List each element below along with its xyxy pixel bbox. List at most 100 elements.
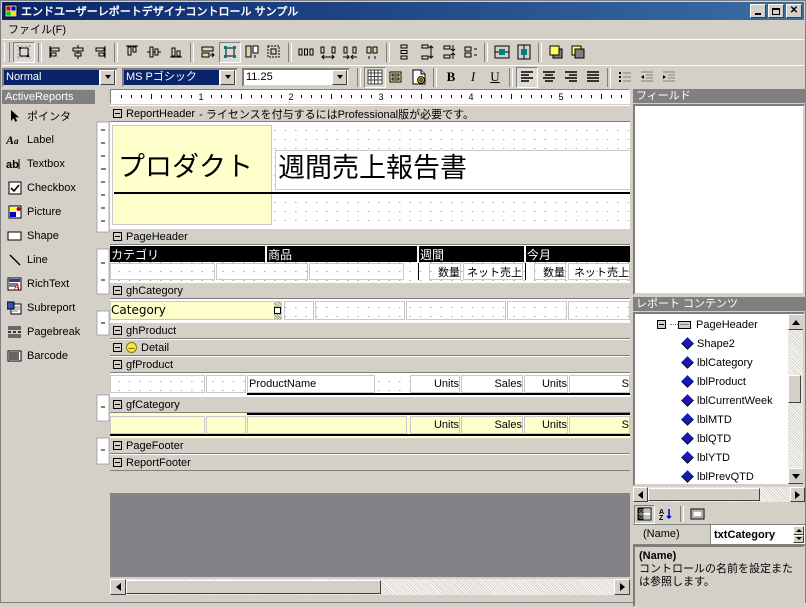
align-bottom-icon[interactable] <box>165 42 187 63</box>
scroll-up-button[interactable] <box>788 314 803 330</box>
section-bar-pagefooter[interactable]: PageFooter <box>110 437 630 454</box>
gfproduct-field-units-month[interactable]: Units <box>524 375 568 393</box>
toolbox-item-richtext[interactable]: A RichText <box>2 272 95 296</box>
page-header-bar-category[interactable]: カテゴリ <box>110 246 265 262</box>
ghcategory-cell-2[interactable] <box>315 301 405 320</box>
gfcategory-field-units-month[interactable]: Units <box>524 416 568 434</box>
tree-row-item[interactable]: lblYTD <box>635 448 788 467</box>
report-contents-tree[interactable]: PageHeader Shape2 lblCategory lblProduct… <box>633 312 805 486</box>
toolbox-item-line[interactable]: Line <box>2 248 95 272</box>
space-vertical-increase-icon[interactable] <box>415 42 437 63</box>
page-header-bar-week[interactable]: 週間 <box>419 246 524 262</box>
collapse-icon[interactable] <box>113 286 122 295</box>
tree-row-item[interactable]: lblCategory <box>635 353 788 372</box>
space-horizontal-decrease-icon[interactable] <box>339 42 361 63</box>
tree-row-item[interactable]: lblPrevQTD <box>635 467 788 484</box>
report-logo-text[interactable]: プロダクト <box>118 152 274 188</box>
tree-row-item[interactable]: Shape2 <box>635 334 788 353</box>
page-header-bar-month[interactable]: 今月 <box>526 246 630 262</box>
gfcategory-field-units-week[interactable]: Units <box>410 416 460 434</box>
ghcategory-cell-5[interactable] <box>568 301 630 320</box>
collapse-icon[interactable] <box>113 400 122 409</box>
toolbox-item-subreport[interactable]: Subreport <box>2 296 95 320</box>
align-top-icon[interactable] <box>121 42 143 63</box>
alphabetic-sort-icon[interactable]: AZ <box>656 505 677 524</box>
align-left-icon[interactable] <box>45 42 67 63</box>
menu-file[interactable]: ファイル(F) <box>2 19 72 39</box>
collapse-icon[interactable] <box>113 360 122 369</box>
font-size-combo[interactable]: 11.25 <box>242 67 350 87</box>
increase-indent-icon[interactable] <box>658 67 680 88</box>
section-bar-gfcategory[interactable]: gfCategory <box>110 396 630 413</box>
center-vertically-icon[interactable] <box>513 42 535 63</box>
align-text-right-icon[interactable] <box>560 67 582 88</box>
decrease-indent-icon[interactable] <box>636 67 658 88</box>
gfproduct-field-units-week[interactable]: Units <box>410 375 460 393</box>
page-header-cell-1[interactable] <box>110 263 215 280</box>
gfproduct-cell-2[interactable] <box>206 375 246 393</box>
toolbox-item-label[interactable]: Aa Label <box>2 128 95 152</box>
gfcategory-cell-2[interactable] <box>206 416 246 434</box>
send-to-back-icon[interactable] <box>567 42 589 63</box>
bold-button[interactable]: B <box>440 67 462 88</box>
scroll-right-button[interactable] <box>614 579 630 595</box>
property-value-field[interactable]: txtCategory <box>711 525 805 544</box>
toolbox-item-shape[interactable]: Shape <box>2 224 95 248</box>
align-text-justify-icon[interactable] <box>582 67 604 88</box>
scroll-left-button[interactable] <box>633 487 648 502</box>
align-text-left-icon[interactable] <box>516 66 538 88</box>
property-pages-icon[interactable] <box>687 505 708 524</box>
chevron-down-icon[interactable] <box>100 69 115 85</box>
property-value-spinner[interactable] <box>793 526 804 543</box>
spinner-up-button[interactable] <box>793 526 804 535</box>
gfcategory-cell-3[interactable] <box>247 416 407 434</box>
scroll-down-button[interactable] <box>788 468 803 484</box>
scroll-thumb[interactable] <box>126 580 381 594</box>
align-to-grid-icon[interactable] <box>13 41 35 63</box>
collapse-icon[interactable] <box>113 326 122 335</box>
gfproduct-field-sales-week[interactable]: Sales <box>461 375 523 393</box>
section-bar-ghproduct[interactable]: ghProduct <box>110 322 630 339</box>
gfcategory-field-sales-week[interactable]: Sales <box>461 416 523 434</box>
section-band-gfproduct[interactable]: ProductName Units Sales Units S <box>110 373 630 396</box>
scroll-thumb[interactable] <box>648 488 760 501</box>
toolbox-item-checkbox[interactable]: Checkbox <box>2 176 95 200</box>
toolbox-item-pointer[interactable]: ポインタ <box>2 104 95 128</box>
section-bar-reportheader[interactable]: ReportHeader - ライセンスを付与するにはProfessional版… <box>110 105 630 122</box>
ghcategory-cell-4[interactable] <box>507 301 567 320</box>
collapse-icon[interactable] <box>113 458 122 467</box>
chevron-down-icon[interactable] <box>220 69 235 85</box>
space-horizontal-equal-icon[interactable] <box>295 42 317 63</box>
scroll-thumb[interactable] <box>788 375 801 403</box>
fields-pane-body[interactable] <box>633 104 805 295</box>
align-center-icon[interactable] <box>67 42 89 63</box>
scroll-left-button[interactable] <box>110 579 126 595</box>
collapse-icon[interactable] <box>113 232 122 241</box>
gfcategory-field-sales-month[interactable]: S <box>569 416 630 434</box>
tree-row-item[interactable]: lblQTD <box>635 429 788 448</box>
report-settings-icon[interactable] <box>408 67 430 88</box>
tree-row-root[interactable]: PageHeader <box>635 315 788 334</box>
section-band-gfcategory[interactable]: Units Sales Units S <box>110 413 630 437</box>
collapse-icon[interactable] <box>113 109 122 118</box>
gfproduct-field-productname[interactable]: ProductName <box>247 375 375 393</box>
section-bar-detail[interactable]: Detail <box>110 339 630 356</box>
page-header-label-wkunits[interactable]: 数量 <box>429 263 461 280</box>
section-bar-pageheader[interactable]: PageHeader <box>110 228 630 245</box>
ghcategory-cell-1[interactable] <box>284 301 314 320</box>
page-header-cell-2[interactable] <box>216 263 308 280</box>
tree-row-item[interactable]: lblMTD <box>635 410 788 429</box>
space-vertical-remove-icon[interactable] <box>459 42 481 63</box>
lock-controls-icon[interactable] <box>386 67 408 88</box>
scroll-right-button[interactable] <box>790 487 805 502</box>
collapse-icon[interactable] <box>657 320 666 329</box>
section-band-reportheader[interactable]: プロダクト 週間売上報告書 <box>110 122 630 228</box>
toolbar-grip[interactable] <box>4 42 10 62</box>
tree-row-item[interactable]: lblCurrentWeek <box>635 391 788 410</box>
ghcategory-cell-3[interactable] <box>406 301 506 320</box>
size-to-shortest-icon[interactable] <box>263 42 285 63</box>
categorized-view-icon[interactable] <box>634 504 655 524</box>
space-vertical-decrease-icon[interactable] <box>437 42 459 63</box>
report-title-text[interactable]: 週間売上報告書 <box>278 153 630 187</box>
space-vertical-equal-icon[interactable] <box>393 42 415 63</box>
